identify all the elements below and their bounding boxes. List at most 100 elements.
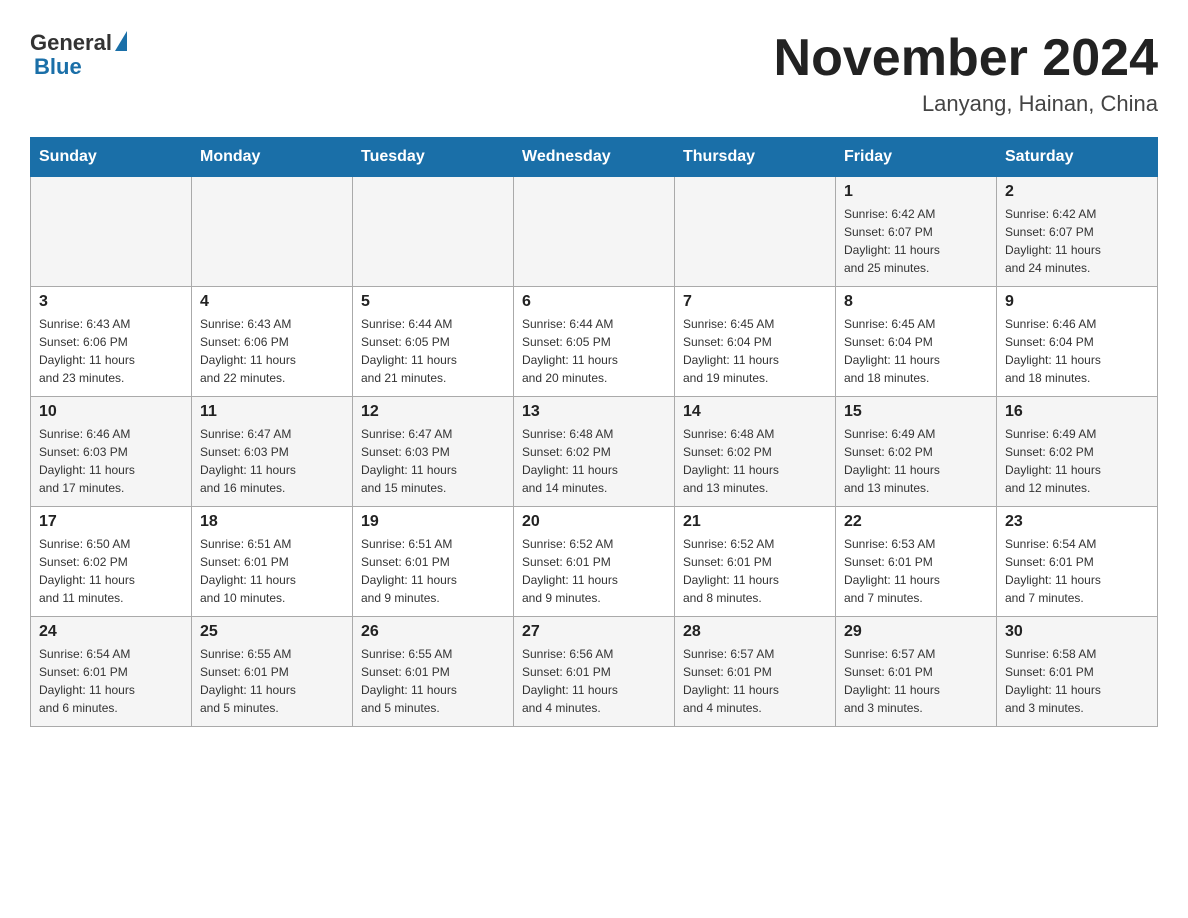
day-info: Sunrise: 6:55 AMSunset: 6:01 PMDaylight:… <box>361 645 505 717</box>
day-info: Sunrise: 6:43 AMSunset: 6:06 PMDaylight:… <box>39 315 183 387</box>
calendar-cell: 15 Sunrise: 6:49 AMSunset: 6:02 PMDayligh… <box>836 397 997 507</box>
logo: General Blue <box>30 30 127 80</box>
calendar-cell <box>353 177 514 287</box>
calendar-cell: 1 Sunrise: 6:42 AMSunset: 6:07 PMDaylight… <box>836 177 997 287</box>
day-info: Sunrise: 6:54 AMSunset: 6:01 PMDaylight:… <box>1005 535 1149 607</box>
day-info: Sunrise: 6:44 AMSunset: 6:05 PMDaylight:… <box>522 315 666 387</box>
calendar-week-row: 3 Sunrise: 6:43 AMSunset: 6:06 PMDaylight… <box>31 287 1158 397</box>
day-info: Sunrise: 6:52 AMSunset: 6:01 PMDaylight:… <box>522 535 666 607</box>
day-info: Sunrise: 6:46 AMSunset: 6:04 PMDaylight:… <box>1005 315 1149 387</box>
day-info: Sunrise: 6:46 AMSunset: 6:03 PMDaylight:… <box>39 425 183 497</box>
day-info: Sunrise: 6:45 AMSunset: 6:04 PMDaylight:… <box>683 315 827 387</box>
calendar-cell: 10Sunrise: 6:46 AMSunset: 6:03 PMDayligh… <box>31 397 192 507</box>
calendar-cell: 7 Sunrise: 6:45 AMSunset: 6:04 PMDaylight… <box>675 287 836 397</box>
day-info: Sunrise: 6:47 AMSunset: 6:03 PMDaylight:… <box>200 425 344 497</box>
day-number: 8 <box>844 293 988 311</box>
calendar-cell: 8 Sunrise: 6:45 AMSunset: 6:04 PMDaylight… <box>836 287 997 397</box>
col-friday: Friday <box>836 138 997 177</box>
day-info: Sunrise: 6:45 AMSunset: 6:04 PMDaylight:… <box>844 315 988 387</box>
calendar-table: Sunday Monday Tuesday Wednesday Thursday… <box>30 137 1158 727</box>
calendar-cell: 5Sunrise: 6:44 AMSunset: 6:05 PMDaylight… <box>353 287 514 397</box>
day-info: Sunrise: 6:55 AMSunset: 6:01 PMDaylight:… <box>200 645 344 717</box>
calendar-cell <box>514 177 675 287</box>
day-number: 19 <box>361 513 505 531</box>
day-number: 1 <box>844 183 988 201</box>
day-number: 16 <box>1005 403 1149 421</box>
calendar-cell: 3 Sunrise: 6:43 AMSunset: 6:06 PMDaylight… <box>31 287 192 397</box>
col-monday: Monday <box>192 138 353 177</box>
day-number: 13 <box>522 403 666 421</box>
day-number: 11 <box>200 403 344 421</box>
col-sunday: Sunday <box>31 138 192 177</box>
calendar-cell: 19 Sunrise: 6:51 AMSunset: 6:01 PMDayligh… <box>353 507 514 617</box>
day-number: 25 <box>200 623 344 641</box>
calendar-cell <box>675 177 836 287</box>
calendar-cell: 24 Sunrise: 6:54 AMSunset: 6:01 PMDayligh… <box>31 617 192 727</box>
calendar-title: November 2024 <box>774 30 1158 87</box>
day-info: Sunrise: 6:48 AMSunset: 6:02 PMDaylight:… <box>683 425 827 497</box>
calendar-cell: 12Sunrise: 6:47 AMSunset: 6:03 PMDayligh… <box>353 397 514 507</box>
day-info: Sunrise: 6:53 AMSunset: 6:01 PMDaylight:… <box>844 535 988 607</box>
calendar-cell: 16 Sunrise: 6:49 AMSunset: 6:02 PMDayligh… <box>997 397 1158 507</box>
day-number: 17 <box>39 513 183 531</box>
calendar-cell: 11 Sunrise: 6:47 AMSunset: 6:03 PMDayligh… <box>192 397 353 507</box>
calendar-cell: 25 Sunrise: 6:55 AMSunset: 6:01 PMDayligh… <box>192 617 353 727</box>
day-info: Sunrise: 6:50 AMSunset: 6:02 PMDaylight:… <box>39 535 183 607</box>
title-block: November 2024 Lanyang, Hainan, China <box>774 30 1158 117</box>
calendar-cell: 28Sunrise: 6:57 AMSunset: 6:01 PMDayligh… <box>675 617 836 727</box>
day-number: 5 <box>361 293 505 311</box>
calendar-cell: 18Sunrise: 6:51 AMSunset: 6:01 PMDayligh… <box>192 507 353 617</box>
calendar-cell: 27 Sunrise: 6:56 AMSunset: 6:01 PMDayligh… <box>514 617 675 727</box>
day-number: 9 <box>1005 293 1149 311</box>
day-number: 7 <box>683 293 827 311</box>
logo-general-text: General <box>30 30 112 56</box>
col-tuesday: Tuesday <box>353 138 514 177</box>
calendar-cell: 26 Sunrise: 6:55 AMSunset: 6:01 PMDayligh… <box>353 617 514 727</box>
day-number: 27 <box>522 623 666 641</box>
day-info: Sunrise: 6:42 AMSunset: 6:07 PMDaylight:… <box>844 205 988 277</box>
day-info: Sunrise: 6:51 AMSunset: 6:01 PMDaylight:… <box>361 535 505 607</box>
calendar-cell: 30 Sunrise: 6:58 AMSunset: 6:01 PMDayligh… <box>997 617 1158 727</box>
day-info: Sunrise: 6:47 AMSunset: 6:03 PMDaylight:… <box>361 425 505 497</box>
day-number: 15 <box>844 403 988 421</box>
calendar-cell <box>192 177 353 287</box>
day-number: 6 <box>522 293 666 311</box>
calendar-cell: 9 Sunrise: 6:46 AMSunset: 6:04 PMDaylight… <box>997 287 1158 397</box>
day-number: 30 <box>1005 623 1149 641</box>
calendar-week-row: 10Sunrise: 6:46 AMSunset: 6:03 PMDayligh… <box>31 397 1158 507</box>
day-number: 3 <box>39 293 183 311</box>
calendar-cell: 6 Sunrise: 6:44 AMSunset: 6:05 PMDaylight… <box>514 287 675 397</box>
calendar-cell: 22 Sunrise: 6:53 AMSunset: 6:01 PMDayligh… <box>836 507 997 617</box>
day-number: 28 <box>683 623 827 641</box>
page-header: General Blue November 2024 Lanyang, Hain… <box>30 30 1158 117</box>
calendar-cell: 21 Sunrise: 6:52 AMSunset: 6:01 PMDayligh… <box>675 507 836 617</box>
day-number: 18 <box>200 513 344 531</box>
day-info: Sunrise: 6:56 AMSunset: 6:01 PMDaylight:… <box>522 645 666 717</box>
day-number: 21 <box>683 513 827 531</box>
day-number: 22 <box>844 513 988 531</box>
calendar-cell: 23 Sunrise: 6:54 AMSunset: 6:01 PMDayligh… <box>997 507 1158 617</box>
day-number: 20 <box>522 513 666 531</box>
calendar-cell: 17 Sunrise: 6:50 AMSunset: 6:02 PMDayligh… <box>31 507 192 617</box>
calendar-cell: 4Sunrise: 6:43 AMSunset: 6:06 PMDaylight… <box>192 287 353 397</box>
day-info: Sunrise: 6:43 AMSunset: 6:06 PMDaylight:… <box>200 315 344 387</box>
day-info: Sunrise: 6:52 AMSunset: 6:01 PMDaylight:… <box>683 535 827 607</box>
day-number: 24 <box>39 623 183 641</box>
day-info: Sunrise: 6:57 AMSunset: 6:01 PMDaylight:… <box>844 645 988 717</box>
col-thursday: Thursday <box>675 138 836 177</box>
calendar-cell: 14Sunrise: 6:48 AMSunset: 6:02 PMDayligh… <box>675 397 836 507</box>
day-number: 29 <box>844 623 988 641</box>
day-info: Sunrise: 6:58 AMSunset: 6:01 PMDaylight:… <box>1005 645 1149 717</box>
day-info: Sunrise: 6:54 AMSunset: 6:01 PMDaylight:… <box>39 645 183 717</box>
day-info: Sunrise: 6:49 AMSunset: 6:02 PMDaylight:… <box>844 425 988 497</box>
col-saturday: Saturday <box>997 138 1158 177</box>
day-number: 26 <box>361 623 505 641</box>
calendar-week-row: 24 Sunrise: 6:54 AMSunset: 6:01 PMDayligh… <box>31 617 1158 727</box>
day-info: Sunrise: 6:49 AMSunset: 6:02 PMDaylight:… <box>1005 425 1149 497</box>
calendar-cell: 13Sunrise: 6:48 AMSunset: 6:02 PMDayligh… <box>514 397 675 507</box>
calendar-cell: 2Sunrise: 6:42 AMSunset: 6:07 PMDaylight… <box>997 177 1158 287</box>
day-number: 23 <box>1005 513 1149 531</box>
calendar-cell: 20 Sunrise: 6:52 AMSunset: 6:01 PMDayligh… <box>514 507 675 617</box>
calendar-week-row: 1 Sunrise: 6:42 AMSunset: 6:07 PMDaylight… <box>31 177 1158 287</box>
calendar-cell <box>31 177 192 287</box>
